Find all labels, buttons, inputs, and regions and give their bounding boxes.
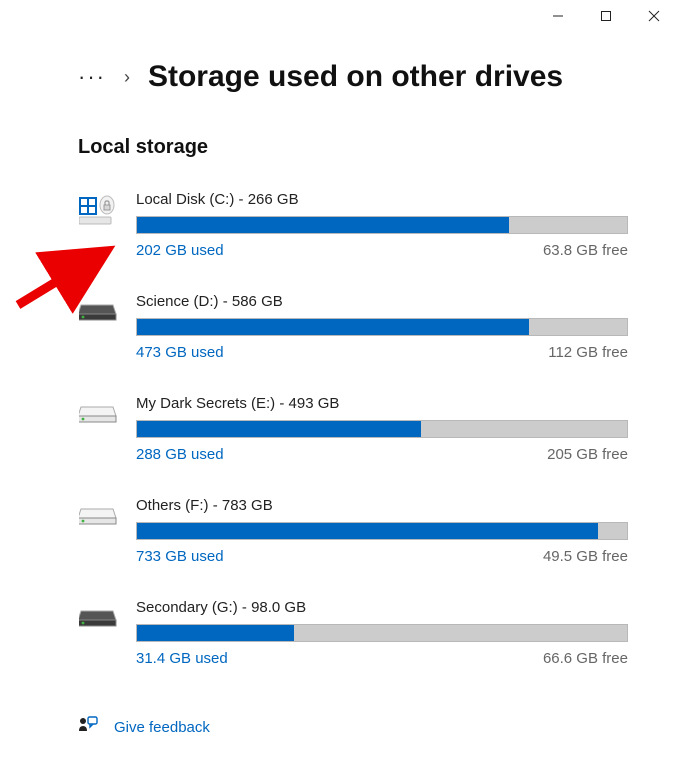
free-text: 49.5 GB free [543, 548, 628, 565]
free-text: 63.8 GB free [543, 242, 628, 259]
used-text: 733 GB used [136, 548, 224, 565]
drive-name: Local Disk (C:) [136, 191, 234, 208]
drive-body: Science (D:) - 586 GB 473 GB used 112 GB… [136, 293, 628, 361]
drive-total: 586 GB [232, 293, 283, 310]
used-text: 31.4 GB used [136, 650, 228, 667]
drive-icon [78, 293, 118, 333]
drive-title: Local Disk (C:) - 266 GB [136, 191, 628, 208]
drive-row[interactable]: My Dark Secrets (E:) - 493 GB 288 GB use… [78, 395, 628, 463]
drive-title: Science (D:) - 586 GB [136, 293, 628, 310]
drive-row[interactable]: Science (D:) - 586 GB 473 GB used 112 GB… [78, 293, 628, 361]
usage-bar-fill [137, 217, 509, 233]
drive-stats: 31.4 GB used 66.6 GB free [136, 650, 628, 667]
drive-title: My Dark Secrets (E:) - 493 GB [136, 395, 628, 412]
usage-bar-fill [137, 625, 294, 641]
free-text: 112 GB free [548, 344, 628, 361]
minimize-button[interactable] [534, 0, 582, 32]
drive-stats: 202 GB used 63.8 GB free [136, 242, 628, 259]
drive-body: My Dark Secrets (E:) - 493 GB 288 GB use… [136, 395, 628, 463]
usage-bar [136, 522, 628, 540]
drive-icon [78, 191, 118, 231]
drive-title: Secondary (G:) - 98.0 GB [136, 599, 628, 616]
usage-bar-fill [137, 421, 421, 437]
drive-name: Secondary (G:) [136, 599, 238, 616]
chevron-right-icon: › [124, 67, 130, 88]
drive-stats: 288 GB used 205 GB free [136, 446, 628, 463]
drive-body: Others (F:) - 783 GB 733 GB used 49.5 GB… [136, 497, 628, 565]
drive-total: 266 GB [248, 191, 299, 208]
maximize-button[interactable] [582, 0, 630, 32]
feedback-label: Give feedback [114, 719, 210, 736]
section-title: Local storage [78, 136, 628, 159]
breadcrumb-more-icon[interactable]: ··· [78, 66, 106, 88]
usage-bar [136, 216, 628, 234]
feedback-link[interactable]: Give feedback [78, 715, 628, 740]
free-text: 205 GB free [547, 446, 628, 463]
page-title: Storage used on other drives [148, 60, 563, 94]
drive-total: 783 GB [222, 497, 273, 514]
drive-name: Others (F:) [136, 497, 209, 514]
drive-total: 98.0 GB [251, 599, 306, 616]
free-text: 66.6 GB free [543, 650, 628, 667]
content-area: ··· › Storage used on other drives Local… [0, 0, 678, 740]
used-text: 473 GB used [136, 344, 224, 361]
feedback-icon [78, 715, 98, 740]
usage-bar-fill [137, 319, 529, 335]
usage-bar [136, 624, 628, 642]
drive-body: Secondary (G:) - 98.0 GB 31.4 GB used 66… [136, 599, 628, 667]
drive-icon [78, 497, 118, 537]
breadcrumb: ··· › Storage used on other drives [78, 60, 628, 94]
window-controls [534, 0, 678, 32]
used-text: 202 GB used [136, 242, 224, 259]
drive-body: Local Disk (C:) - 266 GB 202 GB used 63.… [136, 191, 628, 259]
drive-icon [78, 599, 118, 639]
usage-bar [136, 318, 628, 336]
used-text: 288 GB used [136, 446, 224, 463]
drive-title: Others (F:) - 783 GB [136, 497, 628, 514]
usage-bar [136, 420, 628, 438]
drive-row[interactable]: Others (F:) - 783 GB 733 GB used 49.5 GB… [78, 497, 628, 565]
usage-bar-fill [137, 523, 598, 539]
drive-stats: 733 GB used 49.5 GB free [136, 548, 628, 565]
drive-total: 493 GB [289, 395, 340, 412]
drive-list: Local Disk (C:) - 266 GB 202 GB used 63.… [78, 191, 628, 667]
drive-name: My Dark Secrets (E:) [136, 395, 275, 412]
drive-row[interactable]: Secondary (G:) - 98.0 GB 31.4 GB used 66… [78, 599, 628, 667]
drive-stats: 473 GB used 112 GB free [136, 344, 628, 361]
close-button[interactable] [630, 0, 678, 32]
drive-name: Science (D:) [136, 293, 219, 310]
drive-row[interactable]: Local Disk (C:) - 266 GB 202 GB used 63.… [78, 191, 628, 259]
drive-icon [78, 395, 118, 435]
